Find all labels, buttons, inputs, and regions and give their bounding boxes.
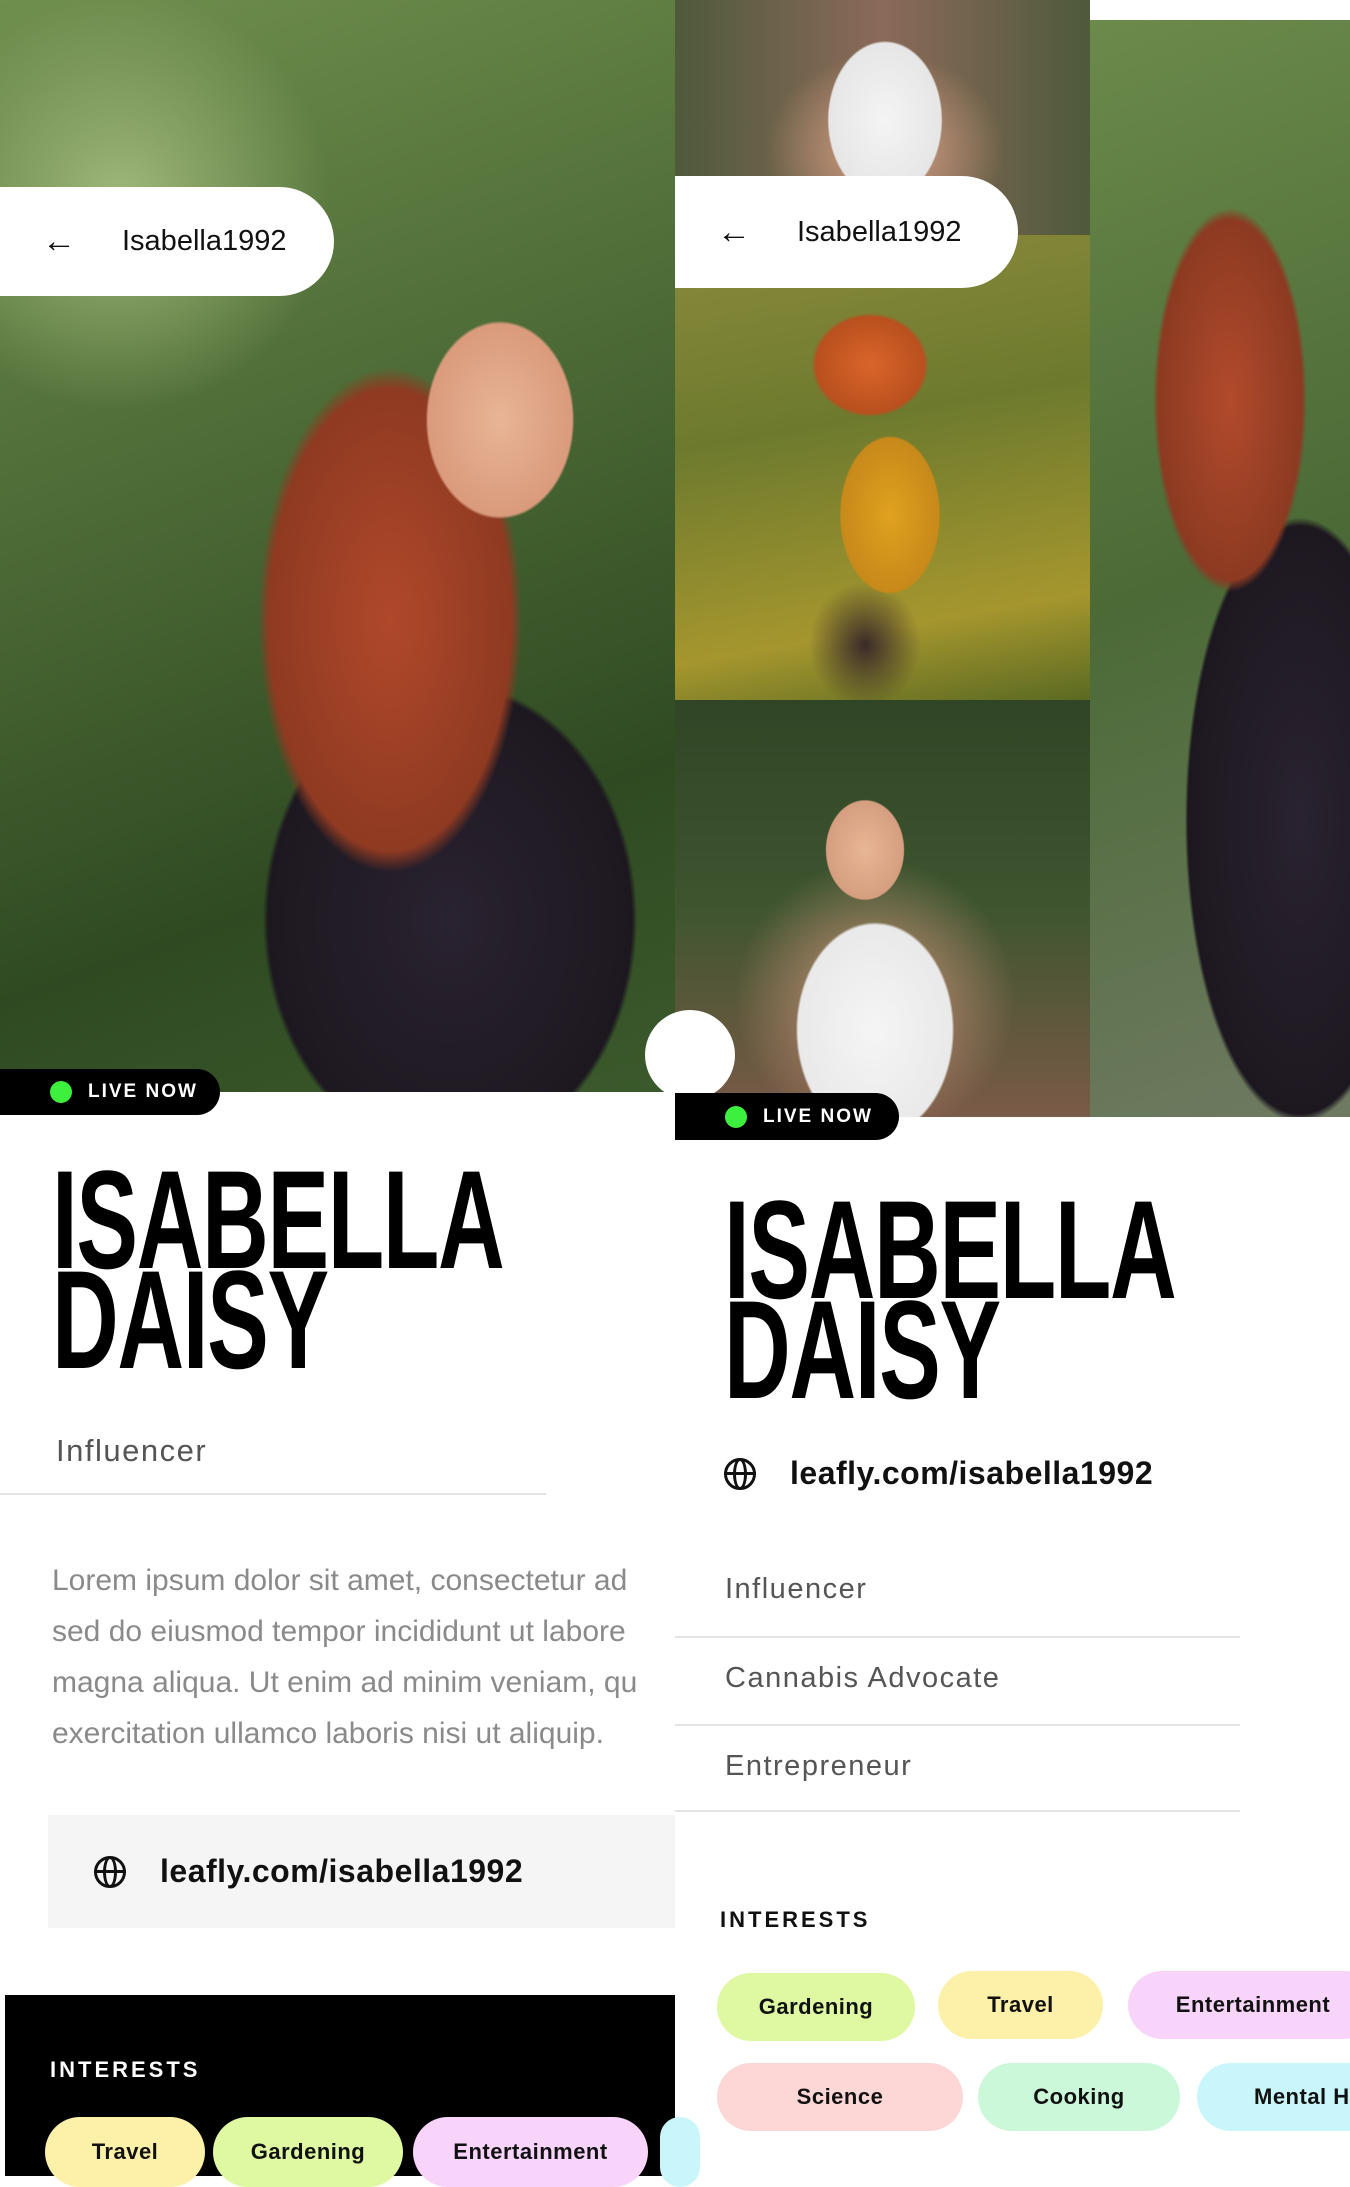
- bio-line: Lorem ipsum dolor sit amet, consectetur …: [52, 1564, 628, 1597]
- role-entrepreneur: Entrepreneur: [725, 1750, 913, 1782]
- divider: [675, 1810, 1240, 1812]
- top-bar-left: ← Isabella1992: [0, 187, 334, 296]
- interest-chip-cooking[interactable]: Cooking: [978, 2063, 1180, 2131]
- gallery-photo-runner[interactable]: [675, 700, 1090, 1117]
- globe-icon: [94, 1855, 126, 1888]
- live-dot-icon: [50, 1081, 72, 1103]
- role-influencer: Influencer: [725, 1573, 868, 1605]
- interest-chip-entertainment[interactable]: Entertainment: [1128, 1971, 1350, 2039]
- bio-text: Lorem ipsum dolor sit amet, consectetur …: [52, 1555, 682, 1759]
- bio-line: sed do eiusmod tempor incididunt ut labo…: [52, 1615, 626, 1648]
- website-link[interactable]: leafly.com/isabella1992: [790, 1455, 1153, 1492]
- profile-name: ISABELLA DAISY: [52, 1150, 505, 1390]
- interest-chip-science[interactable]: Science: [717, 2063, 963, 2131]
- username: Isabella1992: [122, 225, 287, 257]
- bio-line: exercitation ullamco laboris nisi ut ali…: [52, 1717, 604, 1750]
- live-now-badge: LIVE NOW: [0, 1069, 220, 1115]
- interests-heading: INTERESTS: [720, 1907, 871, 1932]
- decorative-circle: [645, 1010, 735, 1100]
- gallery-photo-dancer[interactable]: [675, 235, 1090, 700]
- interest-chip-mental-health[interactable]: Mental He: [1197, 2063, 1350, 2131]
- back-arrow-icon[interactable]: ←: [717, 213, 797, 252]
- profile-name: ISABELLA DAISY: [724, 1180, 1177, 1420]
- role-cannabis-advocate: Cannabis Advocate: [725, 1662, 1001, 1694]
- interests-heading: INTERESTS: [50, 2057, 201, 2082]
- website-link[interactable]: leafly.com/isabella1992: [160, 1853, 523, 1890]
- interests-section-dark: INTERESTS Travel Gardening Entertainment: [5, 1995, 700, 2187]
- profile-photo-main: [0, 0, 675, 1092]
- divider: [675, 1636, 1240, 1638]
- divider: [0, 1493, 546, 1495]
- live-label: LIVE NOW: [88, 1081, 198, 1102]
- live-now-badge: LIVE NOW: [675, 1093, 899, 1140]
- interest-chip-gardening[interactable]: Gardening: [717, 1973, 915, 2041]
- website-link-box[interactable]: leafly.com/isabella1992: [48, 1815, 675, 1928]
- interest-chip-travel[interactable]: Travel: [938, 1971, 1103, 2039]
- live-label: LIVE NOW: [763, 1105, 873, 1127]
- back-arrow-icon[interactable]: ←: [42, 222, 122, 261]
- interest-chip-travel[interactable]: Travel: [45, 2117, 205, 2187]
- role-influencer: Influencer: [56, 1433, 208, 1468]
- globe-icon: [724, 1457, 756, 1490]
- divider: [675, 1724, 1240, 1726]
- interest-chip-gardening[interactable]: Gardening: [213, 2117, 403, 2187]
- interest-chip-entertainment[interactable]: Entertainment: [413, 2117, 648, 2187]
- interest-chip-partial[interactable]: [660, 2117, 700, 2187]
- bio-line: magna aliqua. Ut enim ad minim veniam, q…: [52, 1666, 638, 1699]
- live-dot-icon: [725, 1105, 747, 1128]
- profile-photo-right: [1090, 20, 1350, 1117]
- top-bar-mid: ← Isabella1992: [675, 176, 1018, 288]
- website-row[interactable]: leafly.com/isabella1992: [724, 1455, 1153, 1492]
- username: Isabella1992: [797, 215, 962, 248]
